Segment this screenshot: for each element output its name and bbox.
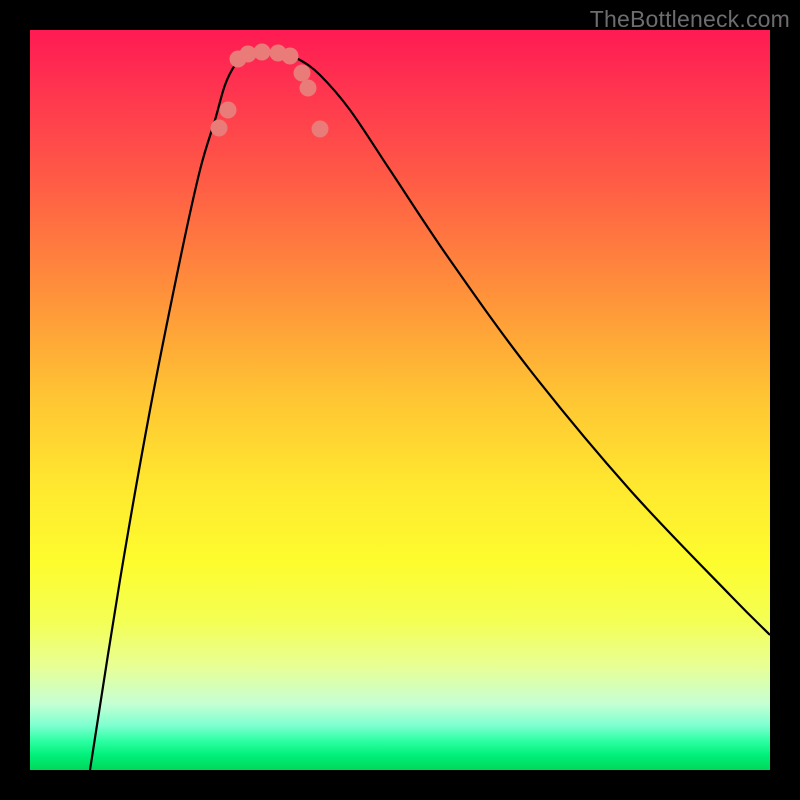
marker-9 [300,80,317,97]
marker-10 [312,121,329,138]
plot-area [30,30,770,770]
chart-frame: TheBottleneck.com [0,0,800,800]
marker-8 [294,65,311,82]
marker-2 [220,102,237,119]
marker-7 [282,48,299,65]
watermark-text: TheBottleneck.com [590,6,790,33]
bottleneck-curve [90,52,770,770]
marker-1 [211,120,228,137]
marker-group [211,44,329,138]
curve-svg [30,30,770,770]
marker-5 [254,44,271,61]
